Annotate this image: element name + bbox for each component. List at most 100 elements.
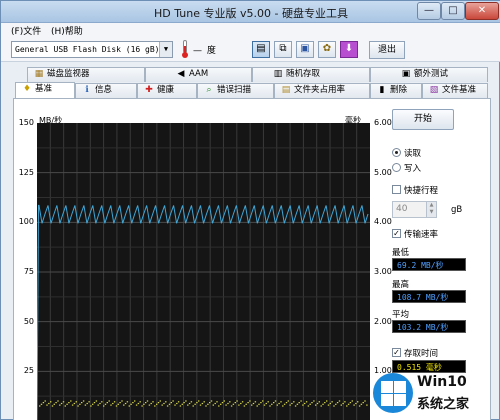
menu-file[interactable]: (F)文件: [11, 24, 41, 37]
tab-disk-monitor[interactable]: ▦ 磁盘监视器: [27, 67, 145, 82]
y-left-tick: 75: [23, 267, 34, 276]
tab-file-benchmark[interactable]: ▧ 文件基准: [422, 83, 488, 98]
thermometer-icon: [182, 40, 188, 58]
file-bench-icon: ▧: [429, 85, 439, 95]
copy-button[interactable]: ⧉: [274, 41, 292, 58]
access-time-point: [93, 402, 96, 404]
tab-extra-tests[interactable]: ▣ 额外测试: [370, 67, 488, 82]
tab-info[interactable]: ℹ 信息: [75, 83, 137, 98]
access-time-point: [289, 404, 291, 406]
start-button[interactable]: 开始: [392, 109, 454, 130]
access-time-point: [263, 404, 266, 406]
access-time-point: [199, 404, 202, 406]
access-time-point: [287, 400, 289, 402]
access-time-point: [128, 405, 130, 407]
app-window: HD Tune 专业版 v5.00 - 硬盘专业工具 — □ ✕ (F)文件 (…: [0, 0, 500, 420]
access-time-point: [340, 404, 342, 406]
access-time-point: [39, 405, 41, 407]
spinner-arrows-icon[interactable]: ▲ ▼: [426, 202, 436, 217]
access-time-point: [53, 403, 55, 405]
tab-error-scan[interactable]: ⌕ 错误扫描: [197, 83, 274, 98]
trash-icon: ▮: [379, 85, 385, 95]
access-time-point: [300, 400, 302, 402]
settings-button[interactable]: ✿: [318, 41, 336, 58]
access-time-point: [320, 405, 322, 407]
min-label: 最低: [392, 248, 410, 258]
access-time-point: [273, 402, 275, 404]
access-time-point: [117, 403, 119, 405]
access-time-point: [335, 403, 337, 405]
access-time-point: [347, 403, 350, 405]
access-time-point: [42, 402, 45, 404]
access-time-point: [223, 400, 225, 402]
access-time-point: [329, 402, 331, 405]
access-time-point: [324, 402, 326, 404]
access-time-point: [64, 405, 66, 407]
close-button[interactable]: ✕: [465, 2, 499, 20]
access-time-point: [170, 402, 172, 404]
save-button[interactable]: ▣: [296, 41, 314, 58]
tab-erase[interactable]: ▮ 删除: [370, 83, 422, 98]
access-time-point: [194, 403, 196, 405]
access-time-point: [364, 400, 366, 402]
access-time-point: [159, 400, 161, 402]
benchmark-compare-button[interactable]: ▤: [252, 41, 270, 58]
bulb-icon: ♦: [22, 84, 32, 94]
access-time-point: [298, 402, 300, 404]
maximize-button[interactable]: □: [441, 2, 465, 20]
drive-select[interactable]: General USB Flash Disk (16 gB) ▼: [11, 41, 173, 58]
tab-health[interactable]: ✚ 健康: [137, 83, 197, 98]
access-time-point: [293, 401, 295, 403]
transfer-rate-line: [36, 204, 369, 420]
settings-icon: ✿: [322, 43, 332, 54]
folder-icon: ▦: [34, 69, 44, 79]
tab-random-access[interactable]: ▥ 随机存取: [252, 67, 370, 82]
access-time-point: [216, 401, 218, 403]
stroke-size-value: 40: [396, 204, 408, 214]
y-left-tick: 125: [18, 167, 34, 177]
access-time-point: [146, 400, 149, 402]
write-radio[interactable]: [392, 163, 401, 172]
minimize-button[interactable]: —: [417, 2, 441, 20]
read-radio[interactable]: [392, 148, 401, 157]
stroke-size-input[interactable]: 40 ▲ ▼: [392, 201, 437, 218]
menu-help[interactable]: (H)帮助: [51, 24, 83, 37]
access-time-point: [249, 400, 251, 402]
short-stroke-checkbox[interactable]: [392, 185, 401, 194]
access-time-point: [357, 401, 359, 403]
watermark: Win10 系统之家: [373, 365, 500, 420]
access-time-point: [304, 402, 306, 405]
access-time-point: [143, 403, 145, 405]
access-time-point: [88, 401, 90, 403]
tab-benchmark[interactable]: ♦ 基准: [15, 82, 75, 98]
read-label: 读取: [404, 149, 422, 159]
access-time-point: [232, 403, 235, 405]
access-time-point: [163, 402, 165, 405]
access-time-point: [243, 405, 246, 407]
access-time-point: [108, 400, 110, 402]
access-time-point: [121, 400, 123, 402]
access-time-point: [154, 405, 156, 407]
tab-folder-usage[interactable]: ▤ 文件夹占用率: [274, 83, 370, 98]
y-left-tick: 50: [23, 316, 34, 326]
access-time-point: [196, 402, 198, 404]
access-time-checkbox[interactable]: ✓: [392, 348, 401, 357]
transfer-rate-checkbox[interactable]: ✓: [392, 229, 401, 238]
access-time-point: [181, 403, 183, 405]
access-time-point: [294, 405, 297, 407]
watermark-subtitle: 系统之家: [417, 397, 470, 412]
download-button[interactable]: ⬇: [340, 41, 358, 58]
access-time-point: [137, 402, 140, 405]
exit-button[interactable]: 退出: [369, 41, 405, 59]
access-time-point: [112, 402, 114, 405]
access-time-point: [97, 404, 99, 406]
access-time-point: [75, 401, 77, 403]
watermark-brand: Win10: [417, 374, 467, 390]
access-time-point: [113, 401, 116, 403]
tab-aam[interactable]: ◀ AAM: [145, 67, 252, 82]
access-time-point: [84, 404, 87, 406]
access-time-point: [318, 401, 320, 403]
access-time-point: [179, 405, 182, 407]
access-time-point: [269, 405, 271, 407]
access-time-point: [262, 400, 264, 402]
